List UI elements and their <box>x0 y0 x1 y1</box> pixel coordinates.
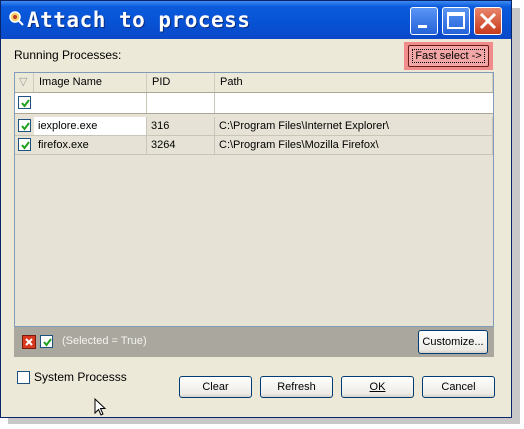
close-icon <box>479 12 497 30</box>
column-header-pid[interactable]: PID <box>147 73 215 92</box>
customize-button[interactable]: Customize... <box>418 330 488 354</box>
filter-bar: (Selected = True) Customize... <box>14 327 494 357</box>
title-bar[interactable]: Attach to process <box>1 1 511 39</box>
filter-row[interactable] <box>15 93 493 114</box>
table-row[interactable]: iexplore.exe 316 C:\Program Files\Intern… <box>15 117 493 136</box>
image-name-cell[interactable]: iexplore.exe <box>34 117 147 135</box>
image-name-cell[interactable]: firefox.exe <box>34 136 147 154</box>
running-processes-label: Running Processes: <box>14 48 122 62</box>
checkmark-icon <box>21 99 30 108</box>
table-row[interactable]: firefox.exe 3264 C:\Program Files\Mozill… <box>15 136 493 155</box>
ok-label: OK <box>369 381 386 393</box>
checkmark-icon <box>43 338 52 347</box>
clear-filter-button[interactable] <box>22 335 36 349</box>
filter-funnel-icon[interactable]: ▽ <box>15 73 34 92</box>
column-header-image-name[interactable]: Image Name <box>34 73 147 92</box>
column-header-path[interactable]: Path <box>215 73 493 92</box>
window-shadow-bottom <box>8 418 520 424</box>
minimize-button[interactable] <box>410 7 438 35</box>
close-icon <box>25 338 33 346</box>
attach-app-icon <box>9 11 24 26</box>
window-title: Attach to process <box>27 8 251 32</box>
row-checkbox[interactable] <box>18 138 31 151</box>
maximize-button[interactable] <box>442 7 470 35</box>
fast-select-highlight: Fast select -> <box>404 42 493 70</box>
process-grid[interactable]: ▽ Image Name PID Path iexplore.exe 316 C… <box>14 72 494 327</box>
fast-select-label: Fast select -> <box>412 49 485 63</box>
minimize-icon <box>418 25 427 28</box>
clear-button[interactable]: Clear <box>179 376 252 398</box>
mouse-cursor-icon <box>94 398 107 416</box>
grid-header: ▽ Image Name PID Path <box>15 73 493 93</box>
path-cell[interactable]: C:\Program Files\Internet Explorer\ <box>215 117 493 135</box>
fast-select-button[interactable]: Fast select -> <box>408 45 489 67</box>
pid-cell[interactable]: 3264 <box>147 136 215 154</box>
filter-image-name-input[interactable] <box>34 93 147 113</box>
path-cell[interactable]: C:\Program Files\Mozilla Firefox\ <box>215 136 493 154</box>
filter-path-input[interactable] <box>215 93 493 113</box>
maximize-icon <box>447 12 465 29</box>
close-button[interactable] <box>474 7 502 35</box>
system-processes-label: System Processs <box>34 370 127 384</box>
refresh-button[interactable]: Refresh <box>260 376 333 398</box>
filter-enable-checkbox[interactable] <box>40 335 53 348</box>
cancel-label: Cancel <box>441 381 476 393</box>
filter-row-checkbox[interactable] <box>18 96 31 109</box>
ok-button[interactable]: OK <box>341 376 414 398</box>
filter-expression[interactable]: (Selected = True) <box>62 335 147 347</box>
system-processes-checkbox[interactable] <box>17 371 30 384</box>
pid-cell[interactable]: 316 <box>147 117 215 135</box>
dialog-window: Attach to process Running Processes: Fas… <box>0 0 512 418</box>
window-shadow <box>512 8 520 422</box>
checkmark-icon <box>21 122 30 131</box>
filter-pid-input[interactable] <box>147 93 215 113</box>
checkmark-icon <box>21 141 30 150</box>
row-checkbox[interactable] <box>18 119 31 132</box>
cancel-button[interactable]: Cancel <box>422 376 495 398</box>
